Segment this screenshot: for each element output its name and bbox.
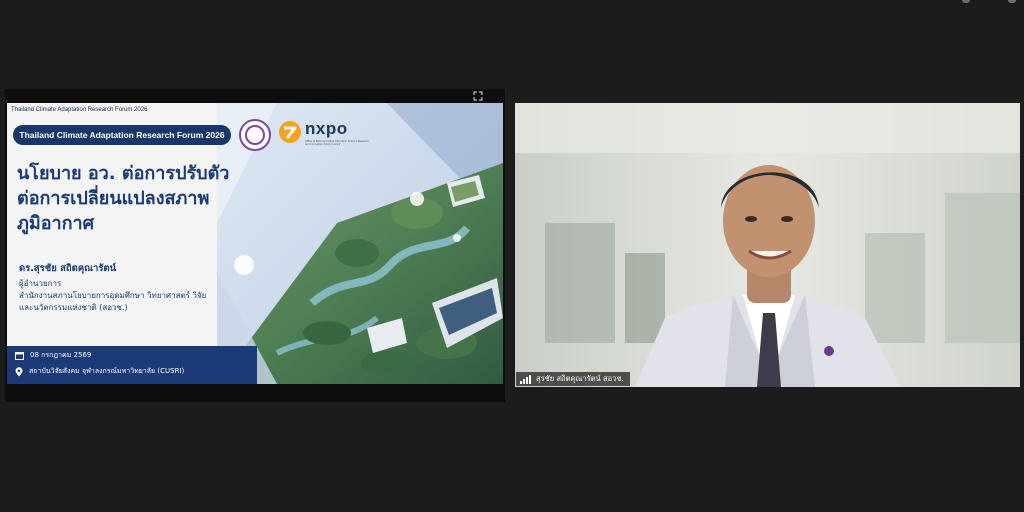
- screen-share-tile[interactable]: Thailand Climate Adaptation Research For…: [5, 89, 505, 402]
- nxpo-subtitle: Office of National Higher Education Scie…: [305, 140, 369, 146]
- speaker-name: ดร.สุรชัย สถิตคุณารัตน์: [19, 263, 117, 274]
- forum-title-pill: Thailand Climate Adaptation Research For…: [13, 125, 231, 145]
- title-line: ภูมิอากาศ: [17, 213, 95, 234]
- title-line: นโยบาย อว. ต่อการปรับตัว: [17, 163, 230, 184]
- university-seal-logo: [239, 119, 271, 151]
- location-pin-icon: [15, 366, 23, 376]
- participant-name: สุรชัย สถิตคุณารัตน์ สอวช.: [536, 374, 624, 383]
- presentation-slide: Thailand Climate Adaptation Research For…: [7, 103, 503, 384]
- role-line: และนวัตกรรมแห่งชาติ (สอวช.): [19, 303, 128, 312]
- participant-video-feed: [515, 103, 1020, 387]
- event-date: 08 กรกฎาคม 2569: [30, 351, 92, 359]
- event-venue-row: สถาบันวิจัยสังคม จุฬาลงกรณ์มหาวิทยาลัย (…: [15, 366, 184, 377]
- calendar-icon: [15, 352, 24, 360]
- window-control-dot: [962, 0, 970, 3]
- nxpo-mark-icon: [279, 121, 301, 143]
- participant-video-tile[interactable]: สุรชัย สถิตคุณารัตน์ สอวช.: [515, 103, 1020, 387]
- nxpo-wordmark: nxpo: [305, 119, 348, 138]
- slide-title: นโยบาย อว. ต่อการปรับตัว ต่อการเปลี่ยนแป…: [17, 161, 257, 236]
- title-line: ต่อการเปลี่ยนแปลงสภาพ: [17, 188, 210, 209]
- nxpo-logo: nxpo Office of National Higher Education…: [279, 119, 369, 155]
- event-venue: สถาบันวิจัยสังคม จุฬาลงกรณ์มหาวิทยาลัย (…: [29, 367, 185, 375]
- slide-header-text: Thailand Climate Adaptation Research For…: [11, 107, 148, 113]
- role-line: ผู้อำนวยการ: [19, 279, 62, 288]
- window-control-dot: [1008, 0, 1016, 3]
- speaker-role: ผู้อำนวยการ สำนักงานสภานโยบายการอุดมศึกษ…: [19, 278, 249, 314]
- role-line: สำนักงานสภานโยบายการอุดมศึกษา วิทยาศาสตร…: [19, 291, 207, 300]
- participant-name-tag: สุรชัย สถิตคุณารัตน์ สอวช.: [516, 372, 630, 386]
- signal-bars-icon: [520, 374, 531, 384]
- share-topbar: [5, 89, 505, 103]
- expand-icon[interactable]: [473, 91, 483, 101]
- event-date-row: 08 กรกฎาคม 2569: [15, 350, 91, 361]
